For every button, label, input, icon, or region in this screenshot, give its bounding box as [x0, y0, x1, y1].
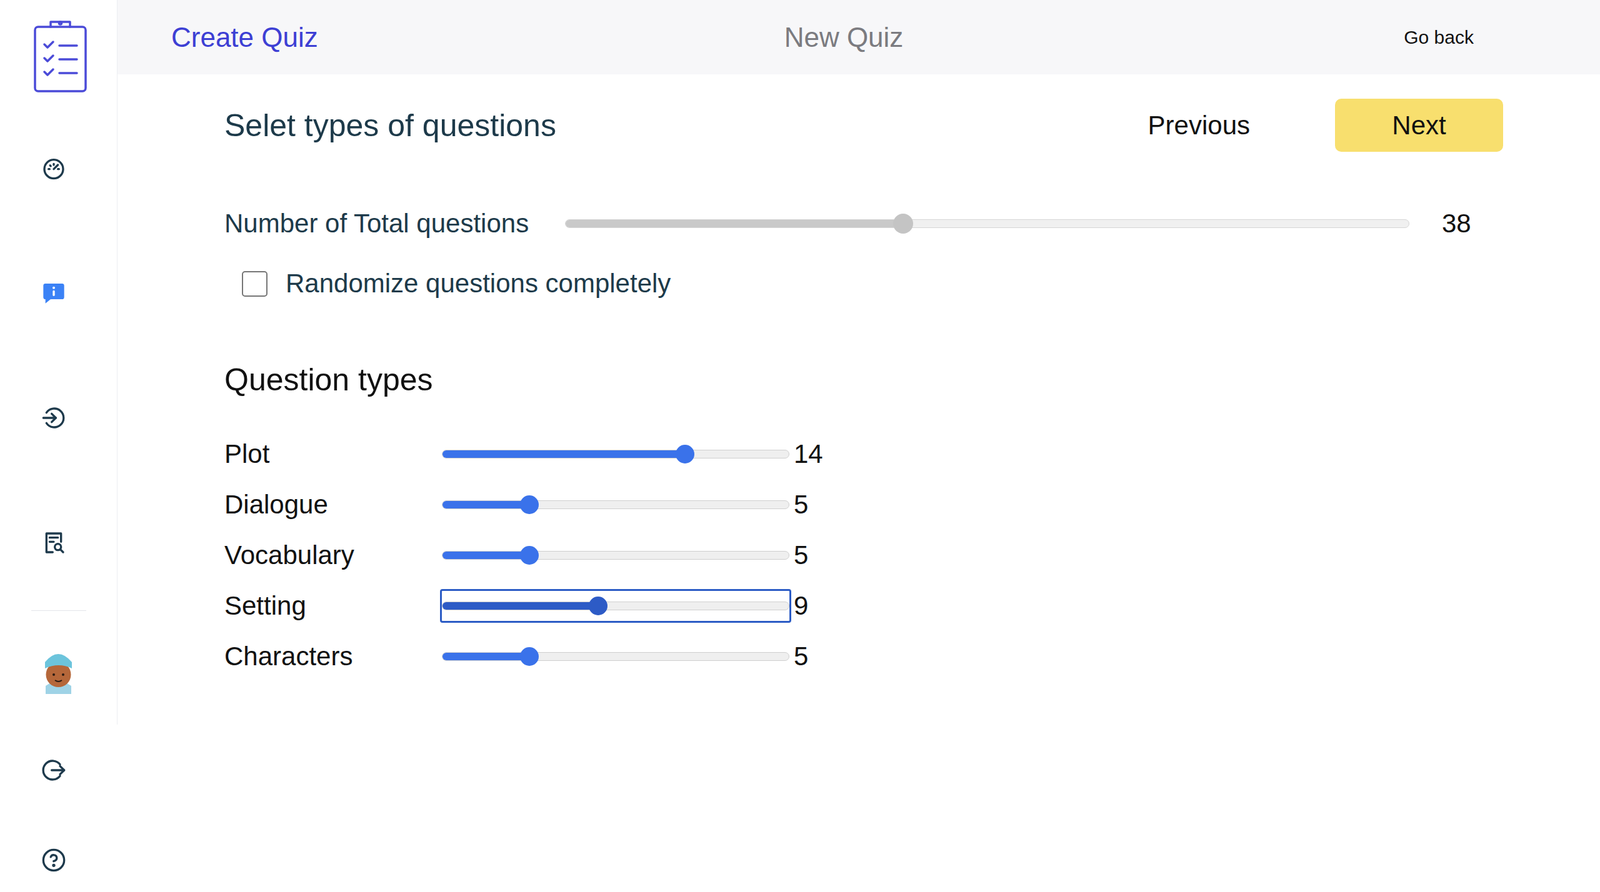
login-icon	[41, 405, 67, 431]
slider-track[interactable]	[441, 601, 790, 611]
question-type-value: 9	[793, 591, 809, 622]
sidebar-panel	[0, 0, 118, 725]
question-type-row: Dialogue 5	[224, 488, 1504, 522]
join-nav-item[interactable]	[41, 405, 67, 431]
question-type-row: Vocabulary 5	[224, 538, 1504, 573]
sidebar-divider	[31, 610, 87, 612]
question-type-row: Plot 14	[224, 437, 1504, 472]
slider-fill	[442, 653, 530, 661]
total-questions-row: Number of Total questions 38	[224, 208, 1504, 240]
question-type-label: Dialogue	[224, 490, 440, 520]
question-type-row: Setting 9	[224, 589, 1504, 624]
slider-fill	[442, 551, 530, 560]
go-back-button[interactable]: Go back	[1403, 24, 1474, 51]
randomize-checkbox[interactable]	[241, 271, 268, 297]
question-type-slider[interactable]	[440, 589, 792, 624]
quiz-logo-icon	[33, 18, 88, 94]
logo[interactable]	[33, 18, 88, 94]
slider-track[interactable]	[441, 551, 790, 560]
user-avatar[interactable]	[38, 648, 79, 695]
question-type-value: 14	[793, 439, 824, 470]
question-type-value: 5	[793, 490, 809, 520]
question-type-label: Characters	[224, 641, 440, 672]
slider-track[interactable]	[441, 652, 790, 662]
slider-fill	[442, 602, 599, 610]
slider-track[interactable]	[441, 500, 790, 510]
quiz-page: Create Quiz New Quiz Go back Selet types of…	[0, 0, 1600, 892]
slider-fill	[565, 220, 904, 228]
question-type-value: 5	[793, 641, 809, 672]
question-type-label: Plot	[224, 439, 440, 470]
help-button[interactable]	[41, 848, 67, 874]
slider-thumb[interactable]	[675, 445, 695, 464]
total-questions-label: Number of Total questions	[224, 208, 529, 239]
question-type-row: Characters 5	[224, 640, 1504, 674]
slider-fill	[442, 501, 530, 509]
review-nav-item[interactable]	[41, 530, 67, 556]
step-row: Selet types of questionsPrevious Next	[224, 98, 1504, 152]
question-type-slider[interactable]	[440, 437, 792, 472]
question-types-list: Plot 14 Dialogue 5 Vocabulary 5 Setting 9 Charac…	[224, 437, 1504, 674]
slider-track[interactable]	[441, 450, 790, 459]
slider-thumb[interactable]	[893, 213, 914, 234]
question-type-slider[interactable]	[440, 488, 792, 522]
previous-button[interactable]: Previous	[1148, 104, 1250, 147]
slider-thumb[interactable]	[520, 495, 539, 515]
total-questions-slider[interactable]	[565, 219, 1410, 229]
user-avatar-icon	[38, 648, 79, 695]
step-title: Selet types of questions	[224, 107, 1149, 144]
question-type-label: Setting	[224, 591, 440, 622]
content: Selet types of questionsPrevious Next Numb…	[117, 74, 1600, 674]
header-subtitle: New Quiz	[784, 21, 904, 54]
nav-list	[51, 155, 67, 556]
slider-thumb[interactable]	[520, 546, 539, 565]
header: Create Quiz New Quiz Go back	[117, 0, 1600, 75]
info-message-icon	[41, 280, 67, 306]
question-types-title: Question types	[224, 361, 1504, 399]
slider-thumb[interactable]	[520, 647, 539, 667]
question-type-slider[interactable]	[440, 640, 792, 674]
logout-icon	[41, 758, 67, 784]
question-type-value: 5	[793, 540, 809, 571]
sidebar-footer	[0, 725, 118, 874]
gauge-icon	[41, 155, 67, 181]
header-title: Create Quiz	[171, 21, 742, 54]
document-search-icon	[41, 530, 67, 556]
dashboard-nav-item[interactable]	[41, 155, 67, 181]
question-type-slider[interactable]	[440, 538, 792, 573]
help-icon	[41, 848, 67, 874]
question-type-label: Vocabulary	[224, 540, 440, 571]
info-nav-item[interactable]	[41, 280, 67, 306]
randomize-row[interactable]: Randomize questions completely	[224, 268, 1504, 300]
logout-button[interactable]	[41, 758, 67, 784]
total-questions-value: 38	[1441, 208, 1504, 239]
slider-fill	[442, 450, 685, 459]
slider-thumb[interactable]	[588, 596, 608, 616]
next-button[interactable]: Next	[1335, 98, 1504, 152]
main: Create Quiz New Quiz Go back Selet types of…	[117, 0, 1600, 892]
sidebar	[0, 0, 118, 892]
randomize-label: Randomize questions completely	[285, 268, 671, 299]
